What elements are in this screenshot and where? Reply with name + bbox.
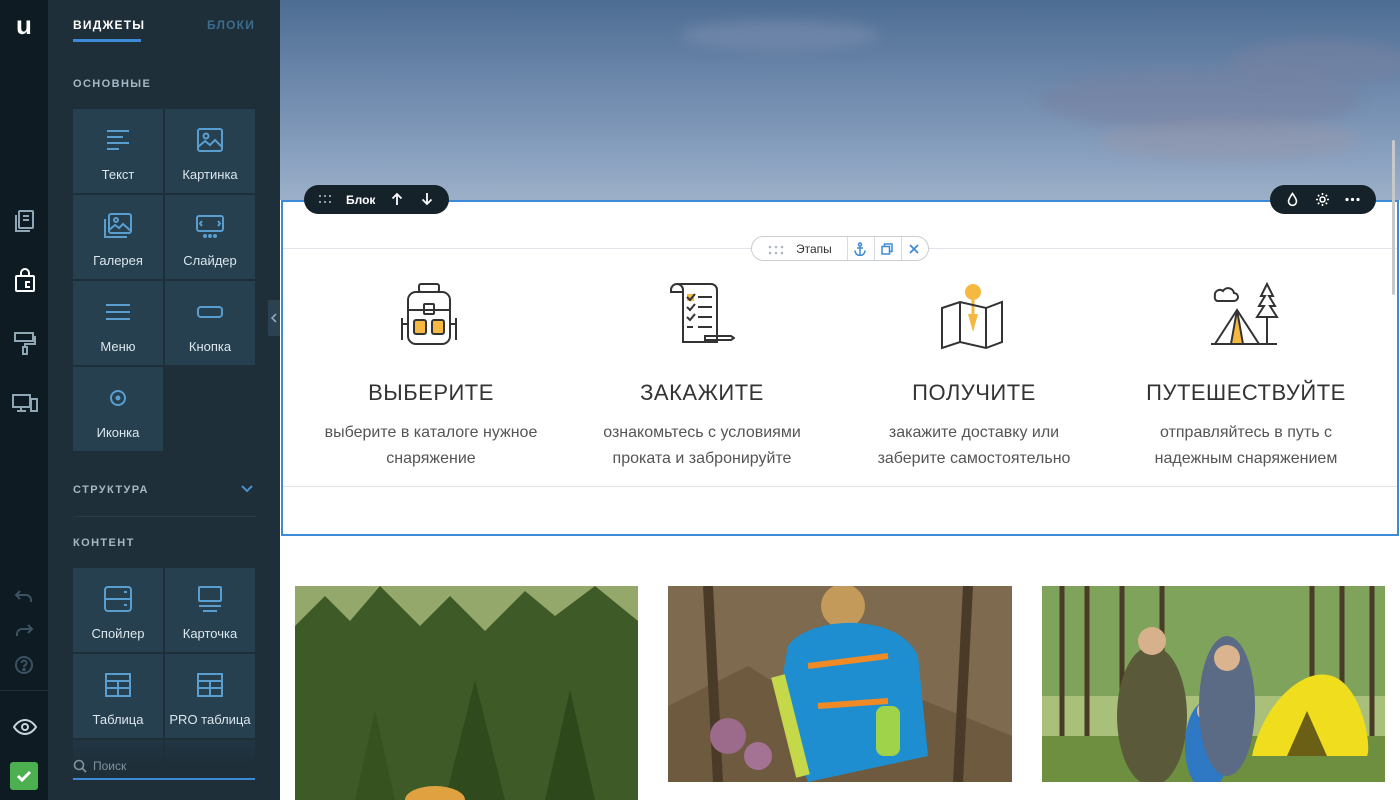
backpack-icon [394,280,464,350]
widget-icon[interactable]: Иконка [73,367,163,451]
widget-table[interactable]: Таблица [73,654,163,738]
panel-collapse-button[interactable] [268,300,280,336]
chevron-left-icon [270,313,277,323]
widget-pro-table[interactable]: PRO таблица [165,654,255,738]
chevron-down-icon[interactable] [240,482,254,496]
devices-icon[interactable] [12,390,38,416]
block-settings-toolbar [1270,185,1376,214]
step-order-title: ЗАКАЖИТЕ [640,380,764,405]
widget-drag-icon[interactable] [768,243,784,255]
widget-gallery-label: Галерея [93,253,143,268]
menu-icon [103,299,133,325]
map-pin-icon [937,280,1007,350]
widget-pro-table-label: PRO таблица [169,712,251,727]
design-brush-icon[interactable] [12,330,38,356]
page-canvas: Блок Этапы ВЫБЕРИТЕ выберите в каталоге … [280,0,1400,800]
help-icon[interactable] [14,655,34,675]
widget-spoiler-label: Спойлер [91,626,145,641]
widget-menu-label: Меню [100,339,136,354]
redo-icon[interactable] [14,620,34,640]
widget-slider[interactable]: Слайдер [165,195,255,279]
rail-divider [0,690,48,691]
step-receive-title: ПОЛУЧИТЕ [912,380,1036,405]
gallery-icon [103,213,133,239]
widget-text[interactable]: Текст [73,109,163,193]
photo-forest [295,586,638,800]
table-icon [103,672,133,698]
widget-icon-label: Иконка [96,425,140,440]
duplicate-icon[interactable] [880,242,894,256]
arrow-up-icon[interactable] [390,192,404,206]
tab-widgets[interactable]: ВИДЖЕТЫ [73,18,144,42]
card-icon [195,586,225,612]
block-bottom-line [283,486,1397,487]
widgets-panel: ВИДЖЕТЫ БЛОКИ ОСНОВНЫЕ Текст Картинка Га… [48,0,280,800]
drop-color-icon[interactable] [1285,192,1300,207]
section-divider [73,516,256,517]
widget-label: Этапы [796,242,832,256]
step-travel-desc: отправляйтесь в путь с надежным снаряжени… [1154,424,1338,467]
widget-image-label: Картинка [182,167,238,182]
photo-camping [1042,586,1385,782]
pages-icon[interactable] [12,208,38,234]
image-icon [195,127,225,153]
step-travel-title: ПУТЕШЕСТВУЙТЕ [1146,380,1346,405]
widget-button-label: Кнопка [188,339,232,354]
spoiler-icon [103,586,133,612]
canvas-scrollbar[interactable] [1392,140,1395,295]
app-logo[interactable]: u [0,8,48,42]
section-structure-title[interactable]: СТРУКТУРА [73,484,149,496]
drag-handle-icon[interactable] [318,192,332,206]
search-input[interactable] [73,754,255,780]
step-receive-desc: закажите доставку или заберите самостояте… [877,424,1071,467]
widget-slider-label: Слайдер [183,253,237,268]
block-label: Блок [346,193,376,207]
widget-button[interactable]: Кнопка [165,281,255,365]
widgets-icon[interactable] [12,268,38,294]
tent-icon [1209,280,1279,350]
widget-gallery[interactable]: Галерея [73,195,163,279]
widget-text-label: Текст [101,167,135,182]
icon-widget-icon [103,385,133,411]
more-dots-icon[interactable] [1345,192,1360,207]
step-choose-title: ВЫБЕРИТЕ [368,380,494,405]
widget-card-label: Карточка [182,626,238,641]
anchor-icon[interactable] [853,242,867,257]
arrow-down-icon[interactable] [420,192,434,206]
step-choose-desc: выберите в каталоге нужное снаряжение [324,424,538,467]
search-area [73,740,280,800]
section-content-title: КОНТЕНТ [73,537,135,549]
publish-check-button[interactable] [10,762,38,790]
button-icon [195,299,225,325]
hero-sky-image [280,0,1400,200]
gear-icon[interactable] [1315,192,1330,207]
text-icon [103,127,133,153]
photo-hiker [668,586,1012,782]
toolbar-divider [874,237,875,260]
checklist-icon [665,280,736,350]
widget-toolbar: Этапы [751,236,929,261]
toolbar-divider [901,237,902,260]
preview-eye-icon[interactable] [12,714,38,740]
toolbar-divider [847,237,848,260]
check-icon [16,770,32,783]
close-icon[interactable] [907,242,921,256]
widget-spoiler[interactable]: Спойлер [73,568,163,652]
block-toolbar: Блок [304,185,449,214]
panel-tabs: ВИДЖЕТЫ БЛОКИ [73,18,258,42]
pro-table-icon [195,672,225,698]
slider-icon [195,213,225,239]
widget-image[interactable]: Картинка [165,109,255,193]
widget-menu[interactable]: Меню [73,281,163,365]
tab-blocks[interactable]: БЛОКИ [207,18,255,42]
section-basic-title: ОСНОВНЫЕ [73,78,152,90]
step-order-desc: ознакомьтесь с условиями проката и заброн… [603,424,801,467]
left-rail: u [0,0,48,800]
undo-icon[interactable] [14,586,34,606]
widget-table-label: Таблица [92,712,144,727]
widget-card[interactable]: Карточка [165,568,255,652]
